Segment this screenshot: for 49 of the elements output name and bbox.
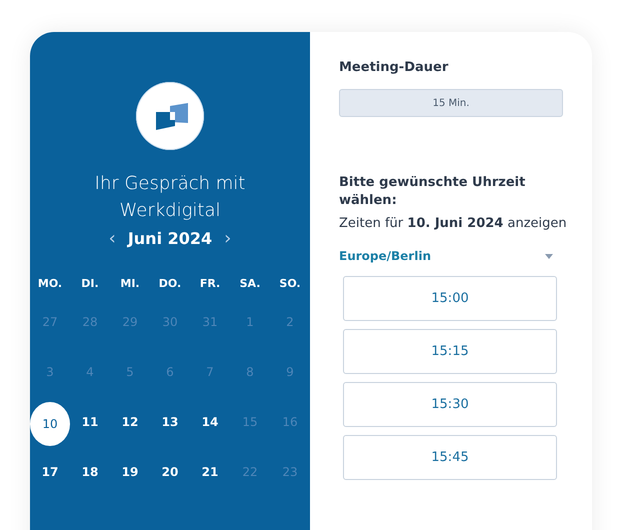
calendar-day: 7 [190,352,230,392]
calendar-day: 16 [270,402,310,442]
calendar-day[interactable]: 11 [70,402,110,442]
calendar-title: Ihr Gespräch mit Werkdigital [94,172,246,223]
calendar-day: 30 [150,302,190,342]
calendar-day[interactable]: 17 [30,452,70,492]
caret-icon [545,254,553,258]
time-slot-button[interactable]: 15:15 [343,329,557,374]
calendar-day: 28 [70,302,110,342]
calendar-day[interactable]: 18 [70,452,110,492]
weekday-label: MO. [38,277,62,290]
calendar-day: 1 [230,302,270,342]
calendar-day: 2 [270,302,310,342]
previous-month-button[interactable]: ‹ [106,228,118,249]
calendar-day: 8 [230,352,270,392]
calendar-day[interactable]: 10 [30,402,70,446]
calendar-day: 23 [270,452,310,492]
calendar-day[interactable]: 14 [190,402,230,442]
time-slot-button[interactable]: 15:30 [343,382,557,427]
time-slot-button[interactable]: 15:00 [343,276,557,321]
calendar-day: 31 [190,302,230,342]
calendar-day: 9 [270,352,310,392]
weekday-label: SA. [240,277,260,290]
calendar-day: 3 [30,352,70,392]
calendar-day: 22 [230,452,270,492]
date-subtitle: Zeiten für 10. Juni 2024 anzeigen [339,216,567,231]
month-label: Juni 2024 [128,229,212,248]
duration-option[interactable]: 15 Min. [339,89,563,117]
weekday-label: FR. [200,277,220,290]
calendar-day: 15 [230,402,270,442]
calendar-day[interactable]: 19 [110,452,150,492]
timezone-dropdown[interactable]: Europe/Berlin [339,249,553,263]
calendar-day[interactable]: 12 [110,402,150,442]
next-month-button[interactable]: › [222,228,234,249]
weekday-label: MI. [120,277,140,290]
calendar-day: 27 [30,302,70,342]
calendar-day: 4 [70,352,110,392]
time-slot-button[interactable]: 15:45 [343,435,557,480]
calendar-day: 5 [110,352,150,392]
calendar-day: 6 [150,352,190,392]
time-heading: Bitte gewünschte Uhrzeit wählen: [339,174,526,210]
calendar-day: 29 [110,302,150,342]
weekday-label: DI. [81,277,99,290]
calendar-day[interactable]: 20 [150,452,190,492]
weekday-label: SO. [279,277,301,290]
calendar-day[interactable]: 21 [190,452,230,492]
weekday-label: DO. [158,277,182,290]
duration-label: Meeting-Dauer [339,60,450,75]
calendar-day[interactable]: 13 [150,402,190,442]
